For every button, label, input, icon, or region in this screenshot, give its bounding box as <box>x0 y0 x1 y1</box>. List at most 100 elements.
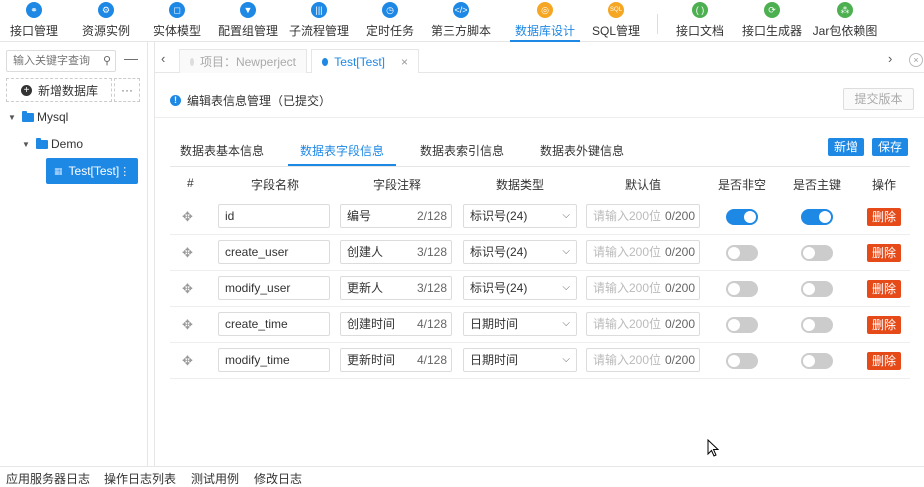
default-value-input[interactable]: 请输入200位 0/200 <box>586 240 700 264</box>
table-row: ✥ id 编号 2/128 标识号(24) ⌵ 请输入200位 0/200 删除 <box>170 199 910 235</box>
drag-handle-icon[interactable]: ✥ <box>182 353 193 369</box>
nav-item-db-design[interactable]: ◎ 数据库设计 <box>510 0 580 42</box>
default-value-input[interactable]: 请输入200位 0/200 <box>586 204 700 228</box>
nav-item-sql[interactable]: SQL SQL管理 <box>590 0 642 42</box>
save-button[interactable]: 保存 <box>872 138 908 156</box>
nav-item-resource[interactable]: ⚙ 资源实例 <box>80 0 132 42</box>
default-placeholder: 请输入200位 <box>593 209 662 223</box>
tree-node-demo[interactable]: ▼ Demo <box>22 133 83 155</box>
active-tab-indicator <box>288 164 396 166</box>
caret-down-icon[interactable]: ▼ <box>22 140 36 149</box>
nav-item-config[interactable]: ▼ 配置组管理 <box>216 0 280 42</box>
tab-basic-info[interactable]: 数据表基本信息 <box>180 142 264 159</box>
tab-test-cases[interactable]: 测试用例 <box>191 470 239 487</box>
primary-key-toggle[interactable] <box>801 245 833 261</box>
more-button[interactable]: ··· <box>114 78 140 102</box>
nav-item-jar-deps[interactable]: ⁂ Jar包依赖图 <box>810 0 880 42</box>
default-value-input[interactable]: 请输入200位 0/200 <box>586 348 700 372</box>
default-value-input[interactable]: 请输入200位 0/200 <box>586 276 700 300</box>
nav-item-schedule[interactable]: ◷ 定时任务 <box>364 0 416 42</box>
tab-test-table[interactable]: Test[Test] × <box>311 49 419 73</box>
data-type-select[interactable]: 日期时间 ⌵ <box>463 348 577 372</box>
table-row: ✥ modify_time 更新时间 4/128 日期时间 ⌵ 请输入200位 0/200 删除 <box>170 343 910 379</box>
delete-button[interactable]: 删除 <box>867 280 901 298</box>
nav-item-script[interactable]: </> 第三方脚本 <box>429 0 493 42</box>
field-comment-input[interactable]: 创建人 3/128 <box>340 240 452 264</box>
nav-item-api-generator[interactable]: ⟳ 接口生成器 <box>740 0 804 42</box>
field-name-input[interactable]: id <box>218 204 330 228</box>
data-type-select[interactable]: 日期时间 ⌵ <box>463 312 577 336</box>
tree-node-mysql[interactable]: ▼ Mysql <box>8 106 68 128</box>
table-row: ✥ create_user 创建人 3/128 标识号(24) ⌵ 请输入200位 0/200… <box>170 235 910 271</box>
delete-button[interactable]: 删除 <box>867 352 901 370</box>
tab-server-log[interactable]: 应用服务器日志 <box>6 470 90 487</box>
drag-handle-icon[interactable]: ✥ <box>182 281 193 297</box>
data-type-value: 标识号(24) <box>470 245 528 259</box>
field-name-input[interactable]: create_user <box>218 240 330 264</box>
not-null-toggle[interactable] <box>726 281 758 297</box>
data-type-select[interactable]: 标识号(24) ⌵ <box>463 204 577 228</box>
search-icon[interactable]: ⚲ <box>103 54 111 67</box>
field-comment-input[interactable]: 更新时间 4/128 <box>340 348 452 372</box>
gear-icon: ⚙ <box>98 2 114 18</box>
delete-button[interactable]: 删除 <box>867 316 901 334</box>
primary-key-toggle[interactable] <box>801 353 833 369</box>
nav-label: 第三方脚本 <box>430 24 491 38</box>
field-name-input[interactable]: create_time <box>218 312 330 336</box>
drag-handle-icon[interactable]: ✥ <box>182 209 193 225</box>
drag-handle-icon[interactable]: ✥ <box>182 317 193 333</box>
field-name-value: id <box>225 209 235 223</box>
primary-key-toggle[interactable] <box>801 317 833 333</box>
collapse-icon[interactable]: — <box>124 50 138 66</box>
field-name-input[interactable]: modify_user <box>218 276 330 300</box>
not-null-toggle[interactable] <box>726 317 758 333</box>
delete-button[interactable]: 删除 <box>867 208 901 226</box>
nav-label: SQL管理 <box>591 24 640 38</box>
tab-foreign-key-info[interactable]: 数据表外键信息 <box>540 142 624 159</box>
nav-item-api-doc[interactable]: ( ) 接口文档 <box>674 0 726 42</box>
submit-version-button[interactable]: 提交版本 <box>843 88 914 110</box>
add-database-button[interactable]: + 新增数据库 <box>6 78 112 102</box>
field-comment-input[interactable]: 编号 2/128 <box>340 204 452 228</box>
tab-label: Test[Test] <box>334 54 385 69</box>
column-header: 是否主键 <box>793 178 842 192</box>
primary-key-toggle[interactable] <box>801 209 833 225</box>
delete-button[interactable]: 删除 <box>867 244 901 262</box>
add-field-button[interactable]: 新增 <box>828 138 864 156</box>
nav-item-api[interactable]: ⚭ 接口管理 <box>8 0 60 42</box>
not-null-toggle[interactable] <box>726 209 758 225</box>
data-type-select[interactable]: 标识号(24) ⌵ <box>463 276 577 300</box>
tab-index-info[interactable]: 数据表索引信息 <box>420 142 504 159</box>
nav-item-subflow[interactable]: ||| 子流程管理 <box>287 0 351 42</box>
chevron-down-icon: ⌵ <box>562 246 570 257</box>
tab-operation-log[interactable]: 操作日志列表 <box>104 470 176 487</box>
field-comment-input[interactable]: 创建时间 4/128 <box>340 312 452 336</box>
caret-down-icon[interactable]: ▼ <box>8 113 22 122</box>
nav-item-entity[interactable]: ◻ 实体模型 <box>151 0 203 42</box>
field-comment-value: 创建人 <box>347 245 384 259</box>
default-counter: 0/200 <box>664 245 695 259</box>
link-icon: ⚭ <box>26 2 42 18</box>
tab-change-log[interactable]: 修改日志 <box>254 470 302 487</box>
close-icon[interactable]: × <box>401 55 408 69</box>
field-comment-input[interactable]: 更新人 3/128 <box>340 276 452 300</box>
default-value-input[interactable]: 请输入200位 0/200 <box>586 312 700 336</box>
splitter[interactable] <box>154 42 155 466</box>
tree-node-test-table[interactable]: ▦ Test[Test] ⋮ <box>46 158 138 184</box>
field-name-input[interactable]: modify_time <box>218 348 330 372</box>
chevron-right-icon[interactable]: › <box>888 51 892 66</box>
kebab-menu-icon[interactable]: ⋮ <box>119 165 130 178</box>
chevron-left-icon[interactable]: ‹ <box>161 51 165 66</box>
tab-project[interactable]: 项目：Newperject <box>179 49 307 73</box>
tab-field-info[interactable]: 数据表字段信息 <box>300 142 384 159</box>
primary-key-toggle[interactable] <box>801 281 833 297</box>
close-all-icon[interactable]: × <box>909 53 923 67</box>
chevron-down-icon: ⌵ <box>562 210 570 221</box>
search-input[interactable] <box>7 51 95 71</box>
field-comment-value: 创建时间 <box>347 317 396 331</box>
not-null-toggle[interactable] <box>726 245 758 261</box>
data-type-select[interactable]: 标识号(24) ⌵ <box>463 240 577 264</box>
bars-icon: ||| <box>311 2 327 18</box>
not-null-toggle[interactable] <box>726 353 758 369</box>
drag-handle-icon[interactable]: ✥ <box>182 245 193 261</box>
